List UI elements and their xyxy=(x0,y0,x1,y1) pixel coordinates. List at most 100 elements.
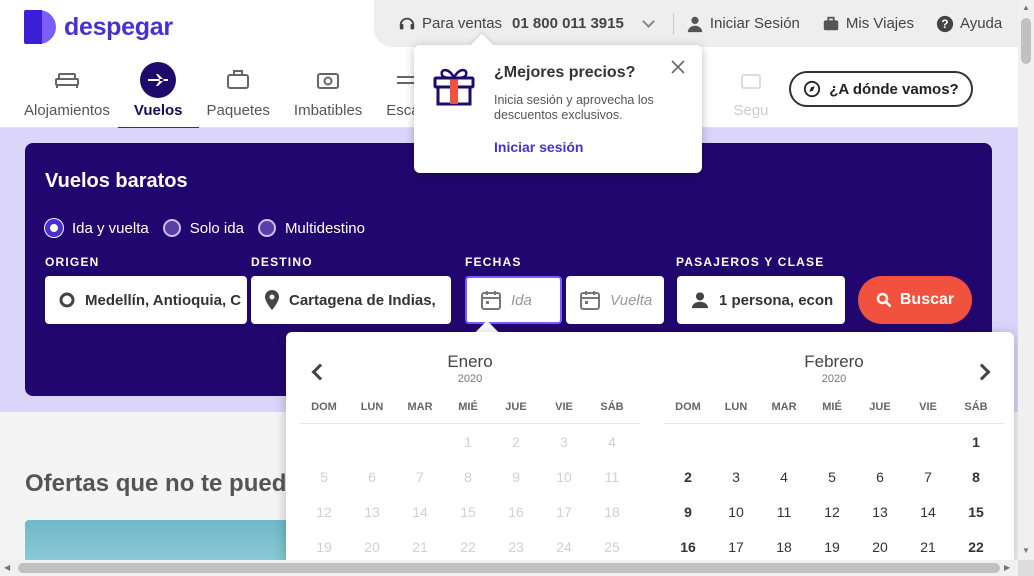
nav-label: Imbatibles xyxy=(293,102,363,119)
close-icon[interactable] xyxy=(670,59,686,75)
calendar-day: 4 xyxy=(608,433,616,450)
passengers-input[interactable]: 1 persona, econ xyxy=(677,276,845,324)
my-trips-link[interactable]: Mis Viajes xyxy=(822,15,914,33)
nav-item-paquetes[interactable]: Paquetes xyxy=(207,62,270,130)
offer-card-image[interactable] xyxy=(25,520,295,562)
calendar-day[interactable]: 7 xyxy=(904,469,952,485)
calendar-day[interactable]: 20 xyxy=(856,539,904,555)
return-date-input[interactable]: Vuelta xyxy=(566,276,664,324)
scroll-right-icon[interactable]: ▶ xyxy=(1004,563,1010,572)
calendar-day[interactable]: 19 xyxy=(808,539,856,555)
calendar-day[interactable]: 15 xyxy=(952,504,1000,520)
user-icon xyxy=(691,292,709,309)
search-button[interactable]: Buscar xyxy=(858,276,972,324)
trip-type-selector: Ida y vuelta Solo ida Multidestino xyxy=(45,219,365,237)
calendar-week-row: 9 10 11 12 13 14 15 xyxy=(664,494,1004,529)
destination-input[interactable]: Cartagena de Indias, xyxy=(251,276,451,324)
calendar-day: 21 xyxy=(412,538,428,555)
horizontal-scroll-thumb[interactable] xyxy=(18,563,1000,573)
calendar-day: 12 xyxy=(316,503,332,520)
help-label: Ayuda xyxy=(959,15,1003,32)
calendar-day[interactable]: 4 xyxy=(760,469,808,485)
month-name: Enero xyxy=(447,352,493,371)
radio-label: Multidestino xyxy=(284,219,365,237)
calendar-day[interactable]: 22 xyxy=(952,539,1000,555)
calendar-day: 11 xyxy=(604,468,620,485)
nav-item-seguros[interactable]: Segu xyxy=(733,62,769,127)
scroll-left-icon[interactable]: ◀ xyxy=(4,563,10,572)
calendar-day[interactable]: 10 xyxy=(712,504,760,520)
nav-item-alojamientos[interactable]: Alojamientos xyxy=(24,62,110,130)
origin-input[interactable]: Medellín, Antioquia, C xyxy=(45,276,247,324)
brand-logo[interactable]: despegar xyxy=(24,10,173,44)
radio-round-trip[interactable]: Ida y vuelta xyxy=(45,219,149,237)
calendar-day: 5 xyxy=(320,468,328,485)
scroll-down-icon[interactable]: ▼ xyxy=(1022,546,1030,555)
chevron-down-icon[interactable] xyxy=(641,14,655,28)
calendar-day[interactable]: 12 xyxy=(808,504,856,520)
nav-item-vuelos[interactable]: Vuelos xyxy=(117,62,199,130)
calendar-day: 22 xyxy=(460,538,476,555)
phone-number: 01 800 011 3915 xyxy=(512,15,624,32)
calendar-week-row: 2345678 xyxy=(664,459,1004,494)
sales-phone[interactable]: Para ventas 01 800 011 3915 xyxy=(398,14,655,33)
radio-one-way[interactable]: Solo ida xyxy=(162,219,244,237)
calendar-day: 6 xyxy=(368,468,376,485)
calendar-day[interactable]: 21 xyxy=(904,539,952,555)
depart-date-input[interactable]: Ida xyxy=(465,276,562,324)
help-link[interactable]: ? Ayuda xyxy=(936,15,1002,33)
horizontal-scrollbar[interactable]: ◀ ▶ xyxy=(0,560,1018,576)
calendar-day[interactable]: 18 xyxy=(760,539,808,555)
weekday-label: SÁB xyxy=(964,401,988,413)
calendar-day[interactable]: 11 xyxy=(760,504,808,520)
bed-icon xyxy=(49,62,85,98)
calendar-day[interactable]: 8 xyxy=(952,469,1000,485)
vertical-scrollbar[interactable]: ▲ ▼ xyxy=(1018,0,1034,560)
radio-icon xyxy=(162,219,181,237)
nav-item-imbatibles[interactable]: Imbatibles xyxy=(294,62,362,130)
calendar-day[interactable]: 14 xyxy=(904,504,952,520)
calendar-day: 25 xyxy=(604,538,620,555)
scrollbar-corner xyxy=(1018,560,1034,576)
calendar-day: 19 xyxy=(316,538,332,555)
search-icon xyxy=(876,292,892,308)
login-link[interactable]: Iniciar Sesión xyxy=(686,15,800,33)
search-button-label: Buscar xyxy=(899,291,955,308)
calendar-day[interactable]: 6 xyxy=(856,469,904,485)
calendar-day[interactable]: 2 xyxy=(664,469,712,485)
destination-value: Cartagena de Indias, xyxy=(289,291,436,309)
calendar-day: 9 xyxy=(512,468,520,485)
calendar-day[interactable]: 3 xyxy=(712,469,760,485)
calendar-day[interactable]: 1 xyxy=(952,434,1000,450)
calendar-month-january: Enero 2020 DOM LUN MAR MIÉ JUE VIE SÁB 1234567… xyxy=(300,332,640,564)
calendar-day[interactable]: 13 xyxy=(856,504,904,520)
calendar-day[interactable]: 16 xyxy=(664,539,712,555)
calendar-week-row: 19 20 21 22 23 24 25 xyxy=(300,529,640,564)
origin-label: ORIGEN xyxy=(45,255,100,269)
gift-icon xyxy=(433,68,475,106)
scroll-up-icon[interactable]: ▲ xyxy=(1022,3,1030,12)
radio-icon xyxy=(257,219,276,237)
calendar-day[interactable]: 9 xyxy=(664,504,712,520)
calendar-day[interactable]: 17 xyxy=(712,539,760,555)
dates-label: FECHAS xyxy=(465,255,522,269)
return-placeholder: Vuelta xyxy=(610,291,653,309)
origin-value: Medellín, Antioquia, C xyxy=(85,291,242,309)
calendar-week-row: 5 6 7 8 9 10 11 xyxy=(300,459,640,494)
depart-placeholder: Ida xyxy=(511,291,532,309)
radio-label: Solo ida xyxy=(189,219,244,237)
calendar-day: 14 xyxy=(412,503,428,520)
passengers-value: 1 persona, econ xyxy=(719,291,834,309)
calendar-day: 3 xyxy=(560,433,568,450)
vertical-scroll-thumb[interactable] xyxy=(1021,18,1031,64)
popup-login-link[interactable]: Iniciar sesión xyxy=(494,139,583,155)
calendar-week-row: 1 xyxy=(664,424,1004,459)
calendar-day: 8 xyxy=(464,468,472,485)
calendar-day[interactable]: 5 xyxy=(808,469,856,485)
radio-multi-destination[interactable]: Multidestino xyxy=(257,219,365,237)
weekday-label: VIE xyxy=(919,401,937,413)
suitcase-icon xyxy=(220,62,256,98)
calendar-day: 2 xyxy=(512,433,520,450)
where-to-button[interactable]: ¿A dónde vamos? xyxy=(789,71,973,107)
user-icon xyxy=(687,16,703,32)
